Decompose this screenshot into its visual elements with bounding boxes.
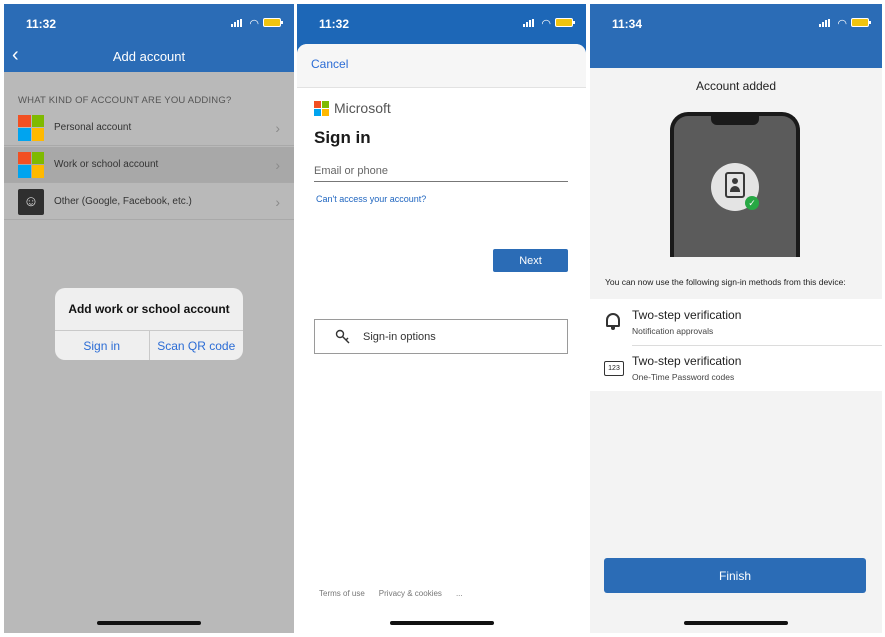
section-header: WHAT KIND OF ACCOUNT ARE YOU ADDING? xyxy=(18,95,232,106)
battery-icon xyxy=(851,18,871,27)
method-subtitle: Notification approvals xyxy=(632,326,714,336)
bell-icon xyxy=(606,313,620,330)
signal-icon xyxy=(819,19,830,27)
person-icon: ☺ xyxy=(18,188,44,215)
method-notification-approvals: Two-step verification Notification appro… xyxy=(590,299,882,346)
page-title: Add account xyxy=(112,49,186,64)
chevron-right-icon: › xyxy=(275,156,280,173)
footer-links: Terms of use Privacy & cookies ... xyxy=(319,589,463,598)
phone-illustration: ✓ xyxy=(670,112,800,257)
row-label: Personal account xyxy=(54,122,132,133)
method-title: Two-step verification xyxy=(632,308,742,322)
wifi-icon: ◠ xyxy=(541,18,551,30)
home-indicator xyxy=(389,621,494,625)
status-time: 11:32 xyxy=(319,17,350,31)
scan-qr-code-button[interactable]: Scan QR code xyxy=(148,331,244,360)
sign-in-button[interactable]: Sign in xyxy=(55,331,149,360)
key-icon xyxy=(335,329,350,343)
account-type-personal[interactable]: Personal account › xyxy=(4,110,294,146)
add-work-account-dialog: Add work or school account Sign in Scan … xyxy=(55,288,243,360)
sheet-header: Cancel xyxy=(297,44,586,88)
add-account-screen: 11:32 ◠ ‹ Add account WHAT KIND OF ACCOU… xyxy=(4,4,294,633)
status-bar: 11:32 ◠ xyxy=(297,4,586,40)
wifi-icon: ◠ xyxy=(837,18,847,30)
sign-in-methods-list: Two-step verification Notification appro… xyxy=(590,299,882,391)
more-options-button[interactable]: ... xyxy=(456,589,463,598)
home-indicator xyxy=(684,621,788,625)
signal-icon xyxy=(231,19,242,27)
finish-button[interactable]: Finish xyxy=(604,558,866,593)
sign-in-options-label: Sign-in options xyxy=(363,330,436,343)
id-badge-icon xyxy=(725,172,745,198)
chevron-right-icon: › xyxy=(275,119,280,136)
status-bar: 11:34 ◠ xyxy=(590,4,882,40)
wifi-icon: ◠ xyxy=(249,18,259,30)
chevron-right-icon: › xyxy=(275,193,280,210)
battery-icon xyxy=(555,18,575,27)
microsoft-logo-icon xyxy=(314,101,329,116)
microsoft-sign-in-screen: 11:32 ◠ Cancel Microsoft Sign in Can't a… xyxy=(297,4,586,633)
signal-icon xyxy=(523,19,534,27)
sign-in-sheet: Cancel Microsoft Sign in Can't access yo… xyxy=(297,44,586,633)
terms-of-use-link[interactable]: Terms of use xyxy=(319,589,365,598)
brand-name: Microsoft xyxy=(334,100,391,116)
battery-icon xyxy=(263,18,283,27)
account-type-other[interactable]: ☺ Other (Google, Facebook, etc.) › xyxy=(4,184,294,220)
account-added-screen: 11:34 ◠ Account added ✓ You can now use … xyxy=(590,4,882,633)
numpad-icon: 123 xyxy=(604,361,624,376)
method-title: Two-step verification xyxy=(632,354,742,368)
page-title: Account added xyxy=(695,79,777,93)
methods-description: You can now use the following sign-in me… xyxy=(605,277,846,287)
dialog-title: Add work or school account xyxy=(68,302,230,316)
status-time: 11:32 xyxy=(26,17,57,31)
cancel-button[interactable]: Cancel xyxy=(311,57,348,71)
phone-notch xyxy=(711,115,759,125)
next-button[interactable]: Next xyxy=(493,249,568,272)
privacy-cookies-link[interactable]: Privacy & cookies xyxy=(379,589,442,598)
row-label: Other (Google, Facebook, etc.) xyxy=(54,196,192,207)
cant-access-link[interactable]: Can't access your account? xyxy=(316,194,426,204)
method-subtitle: One-Time Password codes xyxy=(632,372,735,382)
sign-in-options-button[interactable]: Sign-in options xyxy=(314,319,568,354)
checkmark-icon: ✓ xyxy=(745,196,759,210)
microsoft-logo-icon xyxy=(18,151,44,178)
email-field[interactable] xyxy=(314,160,568,182)
sign-in-heading: Sign in xyxy=(314,128,371,147)
status-time: 11:34 xyxy=(612,17,643,31)
home-indicator xyxy=(97,621,201,625)
row-label: Work or school account xyxy=(54,159,159,170)
method-otp-codes: 123 Two-step verification One-Time Passw… xyxy=(590,345,882,391)
account-type-work-school[interactable]: Work or school account › xyxy=(4,147,294,183)
dialog-buttons: Sign in Scan QR code xyxy=(55,330,243,360)
microsoft-logo-icon xyxy=(18,114,44,141)
status-bar: 11:32 ◠ xyxy=(4,4,294,40)
